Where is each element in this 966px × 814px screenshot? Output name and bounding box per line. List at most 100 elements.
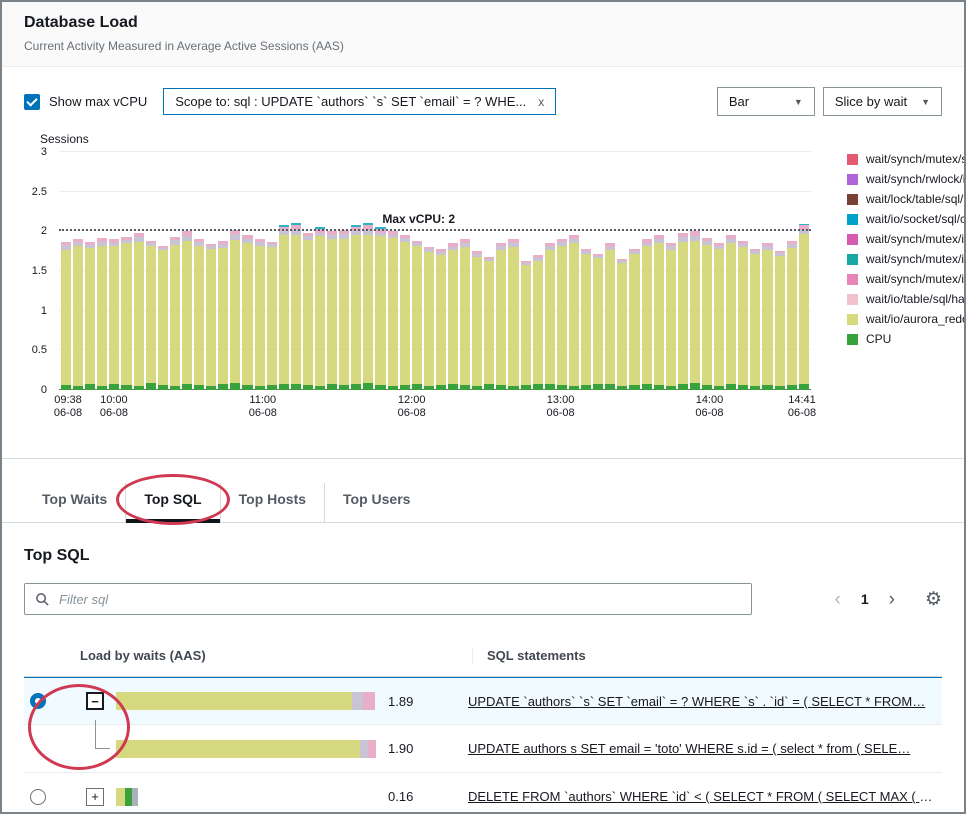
column-header-sql[interactable]: SQL statements bbox=[472, 648, 942, 663]
previous-page-button[interactable]: ‹ bbox=[835, 590, 841, 609]
chart-bar[interactable] bbox=[472, 251, 482, 390]
chart-bar[interactable] bbox=[654, 235, 664, 390]
chart-bar[interactable] bbox=[327, 231, 337, 390]
page-number[interactable]: 1 bbox=[861, 592, 869, 606]
chart-bar[interactable] bbox=[569, 235, 579, 390]
chart-bar[interactable] bbox=[363, 223, 373, 390]
chart-bar[interactable] bbox=[460, 239, 470, 390]
chart-bar[interactable] bbox=[109, 239, 119, 390]
table-row[interactable]: 1.90UPDATE authors s SET email = 'toto' … bbox=[24, 725, 942, 773]
chart-bar[interactable] bbox=[85, 242, 95, 390]
column-header-load[interactable]: Load by waits (AAS) bbox=[80, 648, 472, 663]
table-row[interactable]: −1.89UPDATE `authors` `s` SET `email` = … bbox=[24, 677, 942, 725]
chart-bar[interactable] bbox=[484, 257, 494, 390]
collapse-button[interactable]: − bbox=[86, 692, 104, 710]
chart-bar[interactable] bbox=[303, 233, 313, 390]
legend-item[interactable]: wait/io/table/sql/hand bbox=[847, 292, 966, 306]
bar-segment bbox=[557, 385, 567, 390]
chart-bar[interactable] bbox=[134, 233, 144, 390]
legend-item[interactable]: wait/lock/table/sql/ha bbox=[847, 192, 966, 206]
chart-bar[interactable] bbox=[230, 230, 240, 390]
chart-bar[interactable] bbox=[508, 239, 518, 390]
chart-bar[interactable] bbox=[61, 242, 71, 390]
chart-bar[interactable] bbox=[593, 254, 603, 390]
tab-top-sql[interactable]: Top SQL bbox=[125, 483, 219, 522]
chart-bar[interactable] bbox=[182, 231, 192, 390]
chart-bar[interactable] bbox=[267, 242, 277, 390]
scope-filter-pill[interactable]: Scope to: sql : UPDATE `authors` `s` SET… bbox=[163, 88, 556, 115]
legend-item[interactable]: wait/io/socket/sql/clie bbox=[847, 212, 966, 226]
chart-bar[interactable] bbox=[170, 237, 180, 390]
radio-button[interactable] bbox=[30, 789, 46, 805]
chart-bar[interactable] bbox=[400, 235, 410, 390]
legend-item[interactable]: wait/synch/mutex/inn bbox=[847, 252, 966, 266]
legend-item[interactable]: wait/synch/mutex/inn bbox=[847, 232, 966, 246]
chart-bar[interactable] bbox=[629, 249, 639, 390]
chart-bar[interactable] bbox=[545, 243, 555, 390]
chart-bar[interactable] bbox=[714, 243, 724, 390]
chart-bar[interactable] bbox=[448, 243, 458, 390]
chart-bar[interactable] bbox=[702, 238, 712, 390]
legend-item[interactable]: wait/io/aurora_redo_lo bbox=[847, 312, 966, 326]
sql-statement[interactable]: UPDATE `authors` `s` SET `email` = ? WHE… bbox=[468, 694, 934, 709]
sql-statement[interactable]: DELETE FROM `authors` WHERE `id` < ( SEL… bbox=[468, 789, 934, 804]
chart-bar[interactable] bbox=[738, 241, 748, 390]
chart-bar[interactable] bbox=[291, 223, 301, 390]
chart-bar[interactable] bbox=[496, 243, 506, 390]
chart-bar[interactable] bbox=[521, 261, 531, 390]
close-icon[interactable]: x bbox=[538, 95, 544, 109]
legend-item[interactable]: wait/synch/mutex/inn bbox=[847, 272, 966, 286]
chart-bar[interactable] bbox=[339, 230, 349, 390]
next-page-button[interactable]: › bbox=[889, 590, 895, 609]
chart-bar[interactable] bbox=[750, 249, 760, 390]
chart-bar[interactable] bbox=[158, 246, 168, 390]
checkbox-checked-icon[interactable] bbox=[24, 94, 40, 110]
gear-icon[interactable]: ⚙ bbox=[925, 588, 942, 611]
chart-bar[interactable] bbox=[726, 235, 736, 390]
legend-item[interactable]: wait/synch/rwlock/inn bbox=[847, 172, 966, 186]
show-max-vcpu-toggle[interactable]: Show max vCPU bbox=[24, 94, 147, 110]
chart-type-dropdown[interactable]: Bar ▼ bbox=[717, 87, 815, 116]
chart-bar[interactable] bbox=[557, 239, 567, 390]
chart-bar[interactable] bbox=[194, 239, 204, 390]
chart-bar[interactable] bbox=[424, 247, 434, 390]
chart-bar[interactable] bbox=[315, 227, 325, 390]
tab-top-waits[interactable]: Top Waits bbox=[24, 483, 125, 522]
expand-button[interactable]: + bbox=[86, 788, 104, 806]
chart-bar[interactable] bbox=[146, 241, 156, 390]
chart-bar[interactable] bbox=[762, 243, 772, 390]
chart-bar[interactable] bbox=[799, 224, 809, 390]
chart-bar[interactable] bbox=[375, 227, 385, 390]
chart-bar[interactable] bbox=[436, 249, 446, 390]
chart-bar[interactable] bbox=[775, 251, 785, 390]
chart-bar[interactable] bbox=[218, 241, 228, 390]
chart-bar[interactable] bbox=[121, 237, 131, 390]
radio-button[interactable] bbox=[30, 693, 46, 709]
filter-input[interactable] bbox=[24, 583, 752, 615]
table-row[interactable]: +0.16DELETE FROM `authors` WHERE `id` < … bbox=[24, 773, 942, 814]
chart-bar[interactable] bbox=[787, 241, 797, 390]
chart-bar[interactable] bbox=[242, 235, 252, 390]
chart-bar[interactable] bbox=[617, 259, 627, 390]
tab-top-hosts[interactable]: Top Hosts bbox=[220, 483, 324, 522]
chart-bar[interactable] bbox=[412, 241, 422, 390]
tab-top-users[interactable]: Top Users bbox=[324, 483, 428, 522]
chart-bar[interactable] bbox=[97, 238, 107, 390]
chart-bar[interactable] bbox=[605, 243, 615, 390]
chart-bar[interactable] bbox=[642, 239, 652, 390]
chart-bar[interactable] bbox=[690, 231, 700, 390]
legend-item[interactable]: wait/synch/mutex/sql/ bbox=[847, 152, 966, 166]
chart-bar[interactable] bbox=[279, 225, 289, 390]
legend-item[interactable]: CPU bbox=[847, 332, 966, 346]
chart-bar[interactable] bbox=[533, 255, 543, 390]
sql-statement[interactable]: UPDATE authors s SET email = 'toto' WHER… bbox=[468, 741, 934, 756]
chart-bar[interactable] bbox=[388, 231, 398, 390]
slice-by-dropdown[interactable]: Slice by wait ▼ bbox=[823, 87, 942, 116]
chart-bar[interactable] bbox=[678, 233, 688, 390]
chart-bar[interactable] bbox=[351, 225, 361, 390]
chart-bar[interactable] bbox=[206, 244, 216, 390]
chart-bar[interactable] bbox=[666, 243, 676, 390]
chart-bar[interactable] bbox=[581, 249, 591, 390]
chart-bar[interactable] bbox=[73, 239, 83, 390]
chart-bar[interactable] bbox=[255, 239, 265, 390]
